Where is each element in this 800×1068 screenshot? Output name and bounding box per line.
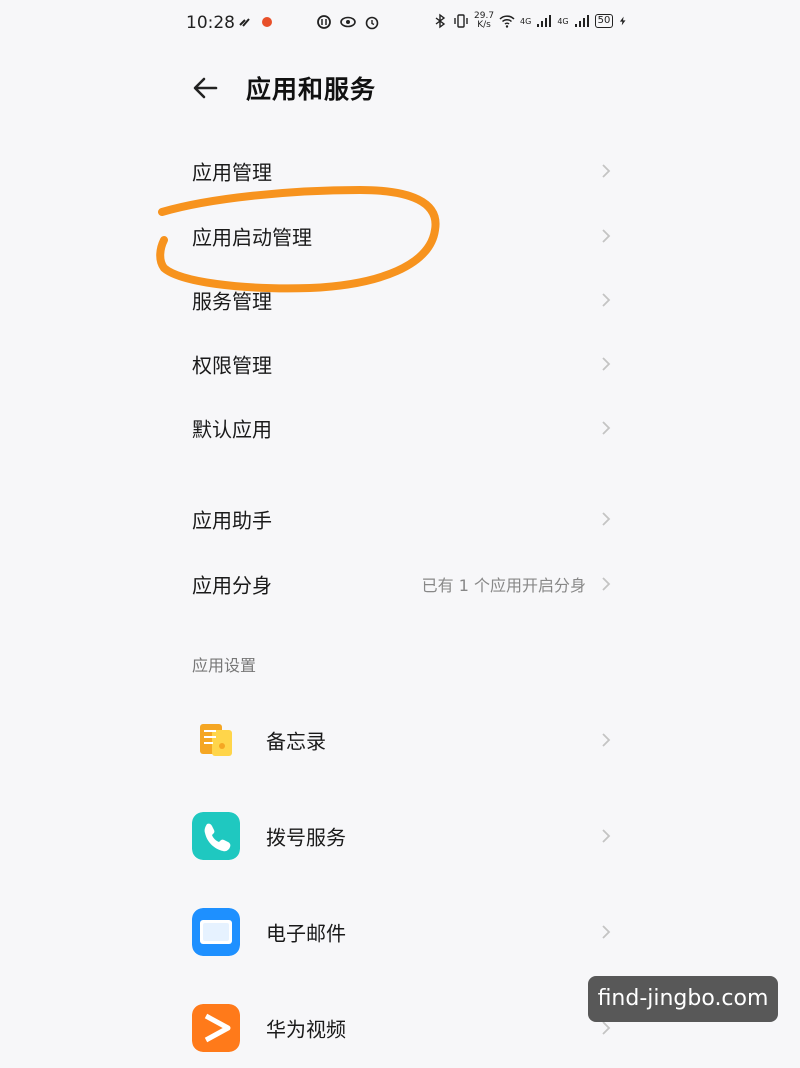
chevron-right-icon (602, 164, 611, 178)
signal-label-1: 4G (520, 16, 532, 26)
menu-item-value: 已有 1 个应用开启分身 (421, 576, 586, 595)
menu-item-label: 服务管理 (192, 289, 272, 314)
menu-item-label: 应用助手 (192, 508, 272, 533)
chevron-right-icon (602, 512, 611, 526)
app-item-label: 拨号服务 (266, 825, 346, 850)
title-bar: 应用和服务 (0, 60, 800, 116)
chevron-right-icon (602, 357, 611, 371)
signal-label-2: 4G (557, 16, 569, 26)
link-icon (239, 18, 250, 27)
menu-item-label: 应用管理 (192, 160, 272, 185)
network-speed: 29.7 K/s (474, 11, 495, 30)
menu-item-app-management[interactable]: 应用管理 (170, 143, 620, 199)
email-icon (192, 908, 240, 956)
app-item-dialer[interactable]: 拨号服务 (170, 796, 620, 876)
chevron-right-icon (602, 829, 611, 843)
app-item-label: 华为视频 (266, 1017, 346, 1042)
bluetooth-icon (435, 13, 446, 29)
app-item-memo[interactable]: 备忘录 (170, 700, 620, 780)
nfc-icon (317, 15, 331, 29)
menu-item-app-launch-management[interactable]: 应用启动管理 (170, 208, 620, 264)
chevron-right-icon (602, 733, 611, 747)
status-bar: 10:28 29.7 K/s 4G 4G 50 (0, 0, 800, 46)
section-header: 应用设置 (192, 656, 257, 675)
memo-icon (200, 724, 232, 756)
status-time: 10:28 (186, 13, 235, 33)
chevron-right-icon (602, 925, 611, 939)
app-item-label: 电子邮件 (266, 921, 346, 946)
menu-item-label: 应用分身 (192, 573, 272, 598)
charging-icon (620, 16, 626, 26)
menu-item-default-apps[interactable]: 默认应用 (170, 400, 620, 456)
signal-icon (537, 15, 552, 27)
eye-comfort-icon (340, 16, 356, 28)
phone-icon (192, 812, 240, 860)
app-item-email[interactable]: 电子邮件 (170, 892, 620, 972)
menu-item-permission-management[interactable]: 权限管理 (170, 336, 620, 392)
chevron-right-icon (602, 293, 611, 307)
vibrate-icon (454, 14, 468, 28)
page-title: 应用和服务 (246, 75, 377, 104)
menu-item-label: 应用启动管理 (192, 225, 312, 250)
chevron-right-icon (602, 421, 611, 435)
menu-item-app-assistant[interactable]: 应用助手 (170, 491, 620, 547)
menu-item-label: 默认应用 (192, 417, 272, 442)
watermark: find-jingbo.com (588, 976, 778, 1022)
back-arrow-icon[interactable] (188, 70, 224, 106)
wifi-icon (499, 15, 515, 28)
menu-item-service-management[interactable]: 服务管理 (170, 272, 620, 328)
status-mode-icons (316, 14, 380, 30)
alarm-icon (365, 16, 379, 30)
battery-indicator: 50 (594, 14, 614, 28)
chevron-right-icon (602, 577, 611, 591)
menu-item-label: 权限管理 (192, 353, 272, 378)
chevron-right-icon (602, 229, 611, 243)
menu-item-app-twin[interactable]: 应用分身 已有 1 个应用开启分身 (170, 556, 620, 612)
status-system-icons: 29.7 K/s 4G 4G 50 (432, 12, 628, 30)
app-item-label: 备忘录 (266, 729, 326, 754)
app-notification-icon (262, 17, 272, 27)
signal-icon (574, 15, 589, 27)
status-notification-icons (237, 14, 275, 30)
video-icon (192, 1004, 240, 1052)
app-item-huawei-video[interactable]: 华为视频 (170, 988, 620, 1068)
